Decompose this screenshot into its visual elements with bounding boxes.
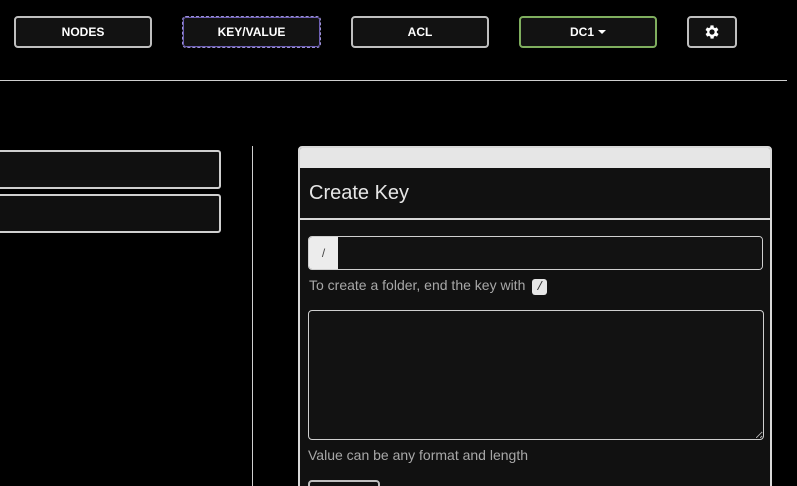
panel-title: Create Key (309, 182, 410, 204)
key-help-text: To create a folder, end the key with / (309, 277, 548, 295)
create-key-panel: Create Key / To create a folder, end the… (298, 146, 772, 486)
nav-acl-button[interactable]: ACL (351, 16, 489, 48)
column-divider (252, 146, 253, 486)
value-textarea[interactable] (308, 310, 764, 440)
datacenter-label: DC1 (569, 25, 594, 39)
create-button[interactable] (308, 480, 380, 486)
nav-key-value-label: KEY/VALUE (217, 25, 286, 39)
key-input[interactable] (338, 237, 762, 269)
key-help-label: To create a folder, end the key with (309, 277, 526, 293)
key-input-group: / (308, 236, 763, 270)
panel-title-divider (300, 218, 770, 220)
header-divider (0, 80, 787, 81)
key-list-item[interactable] (0, 150, 221, 189)
nav-key-value-button[interactable]: KEY/VALUE (182, 16, 321, 48)
nav-nodes-label: NODES (61, 25, 105, 39)
key-list-item[interactable] (0, 194, 221, 233)
datacenter-dropdown-button[interactable]: DC1 (519, 16, 657, 48)
gear-icon (705, 25, 719, 39)
nav-acl-label: ACL (407, 25, 433, 39)
panel-header-bar (300, 148, 770, 168)
nav-nodes-button[interactable]: NODES (14, 16, 152, 48)
key-prefix-addon: / (309, 237, 338, 269)
value-help-text: Value can be any format and length (308, 447, 529, 463)
settings-button[interactable] (687, 16, 737, 48)
folder-slash-code: / (532, 279, 548, 295)
caret-down-icon (598, 30, 606, 34)
